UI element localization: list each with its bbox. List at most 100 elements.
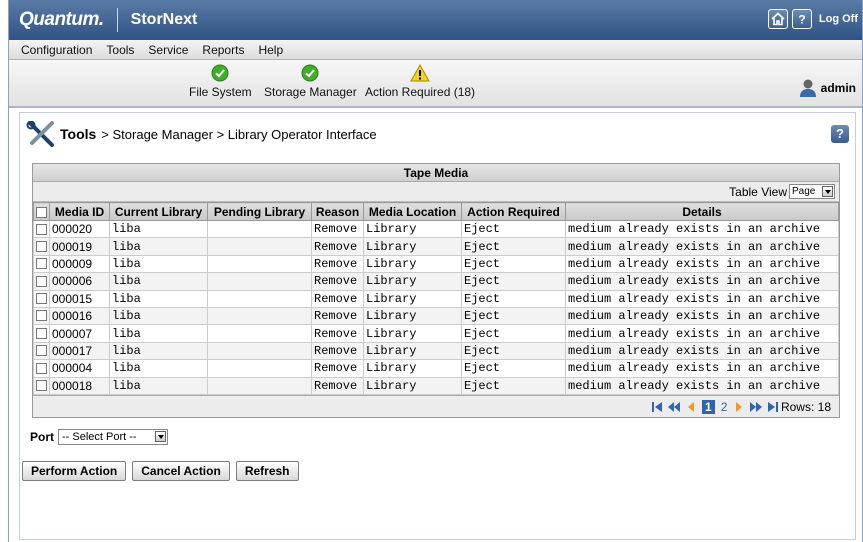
cell-current-library: liba (109, 272, 208, 291)
cell-details: medium already exists in an archive (565, 306, 839, 326)
cell-reason: Remove (311, 376, 364, 395)
cell-current-library: liba (109, 289, 208, 308)
row-checkbox[interactable] (36, 293, 47, 305)
cell-details: medium already exists in an archive (565, 359, 839, 378)
cell-pending-library (207, 289, 312, 308)
row-checkbox[interactable] (36, 327, 47, 339)
cell-reason: Remove (311, 272, 364, 291)
status-action-required[interactable]: Action Required (18) (365, 64, 475, 99)
breadcrumb-section[interactable]: Tools (60, 126, 96, 142)
chevron-down-icon (822, 186, 833, 197)
cell-pending-library (207, 272, 312, 291)
cell-action-required: Eject (461, 254, 566, 274)
fast-forward-icon[interactable] (750, 401, 763, 413)
cell-pending-library (207, 324, 312, 343)
cell-action-required: Eject (461, 272, 566, 291)
last-page-icon[interactable] (767, 401, 779, 413)
menu-reports[interactable]: Reports (202, 43, 244, 57)
table-view-value: Page (792, 186, 816, 197)
row-checkbox[interactable] (36, 380, 47, 392)
table-row[interactable]: 000007 liba Remove Library Eject medium alrea… (33, 324, 839, 343)
table-row[interactable]: 000004 liba Remove Library Eject medium alrea… (33, 359, 839, 378)
cell-pending-library (207, 237, 312, 256)
cell-current-library: liba (109, 306, 208, 326)
cell-reason: Remove (311, 341, 364, 361)
cell-reason: Remove (311, 254, 364, 274)
fast-back-icon[interactable] (668, 401, 680, 413)
cell-action-required: Eject (461, 237, 566, 256)
table-row[interactable]: 000018 liba Remove Library Eject medium alrea… (33, 376, 839, 395)
cell-action-required: Eject (461, 219, 566, 239)
log-off-link[interactable]: Log Off (819, 13, 858, 25)
row-checkbox[interactable] (36, 223, 47, 235)
table-view-select[interactable]: Page (789, 184, 835, 199)
col-details[interactable]: Details (565, 202, 839, 221)
cell-media-location: Library (363, 306, 462, 326)
col-media-location[interactable]: Media Location (363, 202, 462, 221)
cell-media-id: 000009 (49, 254, 110, 274)
row-select-cell (33, 289, 50, 308)
menu-help[interactable]: Help (258, 43, 283, 57)
row-select-cell (33, 272, 50, 291)
col-action-required[interactable]: Action Required (461, 202, 566, 221)
cell-details: medium already exists in an archive (565, 341, 839, 361)
main-panel: Tools > Storage Manager > Library Operat… (19, 112, 856, 540)
col-reason[interactable]: Reason (311, 202, 364, 221)
breadcrumb: Tools > Storage Manager > Library Operat… (26, 121, 377, 147)
user-badge[interactable]: admin (797, 78, 856, 98)
row-checkbox[interactable] (36, 345, 47, 357)
refresh-button[interactable]: Refresh (235, 461, 299, 481)
first-page-icon[interactable] (651, 401, 663, 413)
cell-action-required: Eject (461, 306, 566, 326)
perform-action-button[interactable]: Perform Action (22, 461, 127, 481)
table-row[interactable]: 000017 liba Remove Library Eject medium alrea… (33, 341, 839, 361)
cell-current-library: liba (109, 219, 208, 239)
previous-page-icon[interactable] (685, 401, 697, 413)
page-help-icon[interactable]: ? (831, 125, 849, 143)
select-all-checkbox[interactable] (36, 206, 47, 218)
help-icon[interactable]: ? (791, 9, 812, 29)
col-media-id[interactable]: Media ID (49, 202, 110, 221)
port-dropdown[interactable]: -- Select Port -- (58, 429, 168, 445)
grid-title: Tape Media (33, 164, 839, 182)
table-header-row: Media ID Current Library Pending Library… (33, 202, 839, 221)
table-row[interactable]: 000019 liba Remove Library Eject medium alrea… (33, 237, 839, 256)
cell-details: medium already exists in an archive (565, 272, 839, 291)
page-current[interactable]: 1 (702, 399, 715, 414)
col-current-library[interactable]: Current Library (109, 202, 208, 221)
home-icon[interactable] (767, 9, 788, 29)
row-checkbox[interactable] (36, 310, 47, 322)
table-row[interactable]: 000006 liba Remove Library Eject medium alrea… (33, 272, 839, 291)
row-select-cell (33, 254, 50, 274)
tools-icon (26, 121, 54, 147)
row-select-cell (33, 219, 50, 239)
menu-configuration[interactable]: Configuration (21, 43, 92, 57)
cell-media-location: Library (363, 254, 462, 274)
status-file-system[interactable]: File System (189, 64, 252, 99)
cell-media-id: 000015 (49, 289, 110, 308)
cell-reason: Remove (311, 306, 364, 326)
col-pending-library[interactable]: Pending Library (207, 202, 312, 221)
status-storage-manager[interactable]: Storage Manager (264, 64, 357, 99)
page-next-number[interactable]: 2 (721, 400, 728, 414)
cell-pending-library (207, 376, 312, 395)
menu-tools[interactable]: Tools (106, 43, 134, 57)
row-checkbox[interactable] (36, 258, 47, 270)
cell-details: medium already exists in an archive (565, 289, 839, 308)
table-row[interactable]: 000015 liba Remove Library Eject medium alrea… (33, 289, 839, 308)
tape-media-grid: Tape Media Table View Page Media ID Curr… (32, 163, 840, 418)
cancel-action-button[interactable]: Cancel Action (132, 461, 230, 481)
cell-action-required: Eject (461, 324, 566, 343)
warning-icon (410, 64, 430, 82)
row-checkbox[interactable] (36, 275, 47, 287)
row-checkbox[interactable] (36, 240, 47, 252)
header-divider (116, 8, 118, 32)
next-page-icon[interactable] (733, 401, 745, 413)
table-row[interactable]: 000009 liba Remove Library Eject medium alrea… (33, 254, 839, 274)
table-row[interactable]: 000016 liba Remove Library Eject medium alrea… (33, 306, 839, 326)
top-header: Quantum. StorNext ? Log Off (9, 0, 862, 40)
menu-service[interactable]: Service (148, 43, 188, 57)
cell-pending-library (207, 219, 312, 239)
table-row[interactable]: 000020 liba Remove Library Eject medium alrea… (33, 219, 839, 239)
row-checkbox[interactable] (36, 362, 47, 374)
